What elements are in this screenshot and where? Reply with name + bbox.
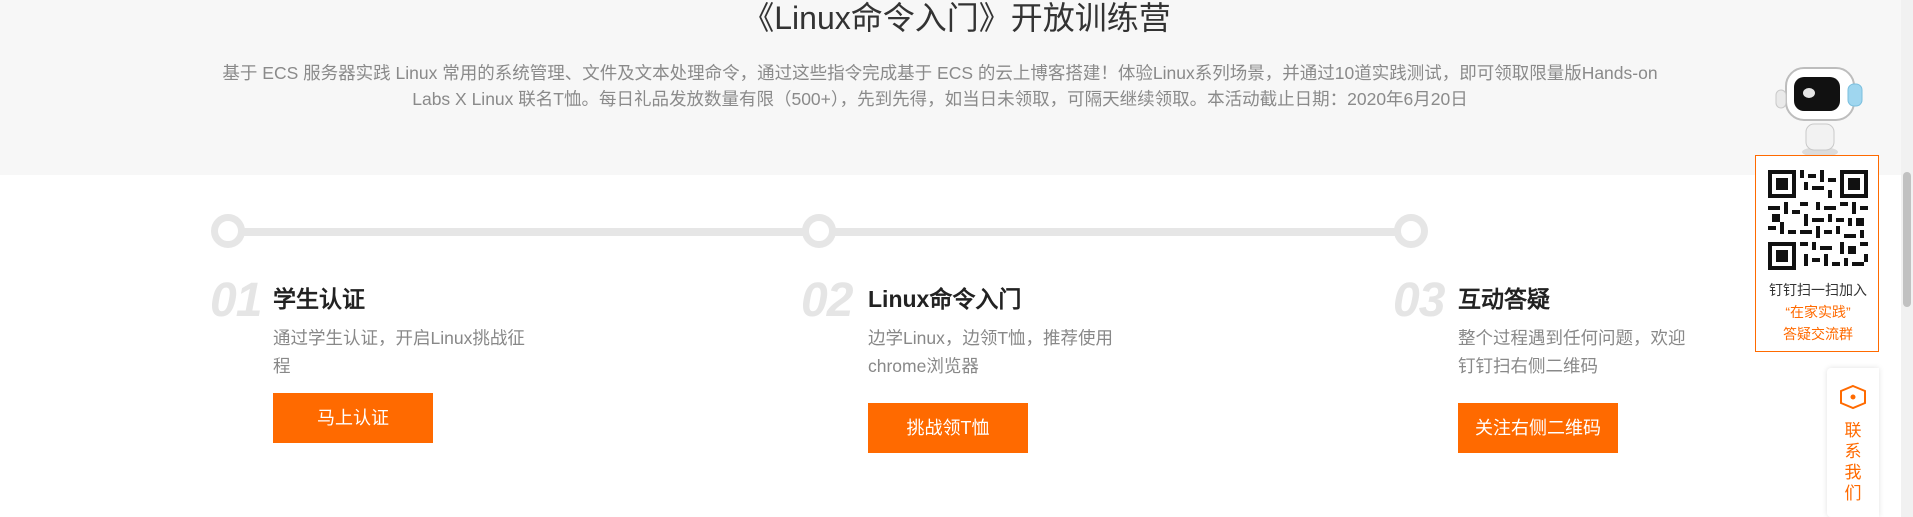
qr-caption-line-1: 钉钉扫一扫加入: [1769, 282, 1867, 298]
step-number-3: 03: [1393, 274, 1445, 327]
step-description-3-line-1: 整个过程遇到任何问题，欢迎: [1458, 328, 1686, 348]
hero-section: 《Linux命令入门》开放训练营 基于 ECS 服务器实践 Linux 常用的系…: [0, 0, 1913, 175]
chat-bubble-icon: [1840, 384, 1866, 410]
scrollbar-thumb[interactable]: [1903, 172, 1911, 307]
contact-us-tab[interactable]: 联系我们: [1827, 368, 1879, 517]
hero-description-line-1: 基于 ECS 服务器实践 Linux 常用的系统管理、文件及文本处理命令，通过这…: [222, 63, 1658, 83]
follow-qr-button[interactable]: 关注右侧二维码: [1458, 403, 1618, 453]
progress-track-2: [820, 228, 1412, 236]
step-number-2: 02: [801, 274, 853, 327]
step-dot-1: [211, 214, 245, 248]
qr-caption-line-2: “在家实践”: [1785, 304, 1851, 320]
qr-panel: 钉钉扫一扫加入 “在家实践” 答疑交流群: [1755, 155, 1879, 352]
step-dot-2: [802, 214, 836, 248]
progress-track-1: [228, 228, 820, 236]
robot-mascot-icon: [1775, 67, 1863, 157]
step-description-2: 边学Linux，边领T恤，推荐使用 chrome浏览器: [868, 324, 1138, 380]
step-description-1-line-1: 通过学生认证，开启Linux挑战征: [273, 328, 525, 348]
challenge-tshirt-button[interactable]: 挑战领T恤: [868, 403, 1028, 453]
step-title-3: 互动答疑: [1458, 286, 1550, 312]
step-title-1: 学生认证: [273, 286, 365, 312]
step-dot-3: [1394, 214, 1428, 248]
contact-us-label: 联系我们: [1844, 421, 1862, 503]
verify-now-button[interactable]: 马上认证: [273, 393, 433, 443]
qr-code-icon[interactable]: [1768, 170, 1868, 270]
qr-caption-line-3: 答疑交流群: [1783, 326, 1853, 342]
page-title: 《Linux命令入门》开放训练营: [742, 0, 1171, 36]
step-description-1: 通过学生认证，开启Linux挑战征 程: [273, 324, 543, 380]
step-description-1-line-2: 程: [273, 356, 291, 376]
step-description-2-line-1: 边学Linux，边领T恤，推荐使用: [868, 328, 1114, 348]
step-description-3: 整个过程遇到任何问题，欢迎 钉钉扫右侧二维码: [1458, 324, 1728, 380]
hero-description-line-2: Labs X Linux 联名T恤。每日礼品发放数量有限（500+），先到先得，…: [412, 89, 1468, 109]
hero-description: 基于 ECS 服务器实践 Linux 常用的系统管理、文件及文本处理命令，通过这…: [210, 60, 1670, 112]
step-description-3-line-2: 钉钉扫右侧二维码: [1458, 356, 1598, 376]
step-title-2: Linux命令入门: [868, 286, 1022, 312]
step-number-1: 01: [210, 274, 262, 327]
step-description-2-line-2: chrome浏览器: [868, 356, 979, 376]
